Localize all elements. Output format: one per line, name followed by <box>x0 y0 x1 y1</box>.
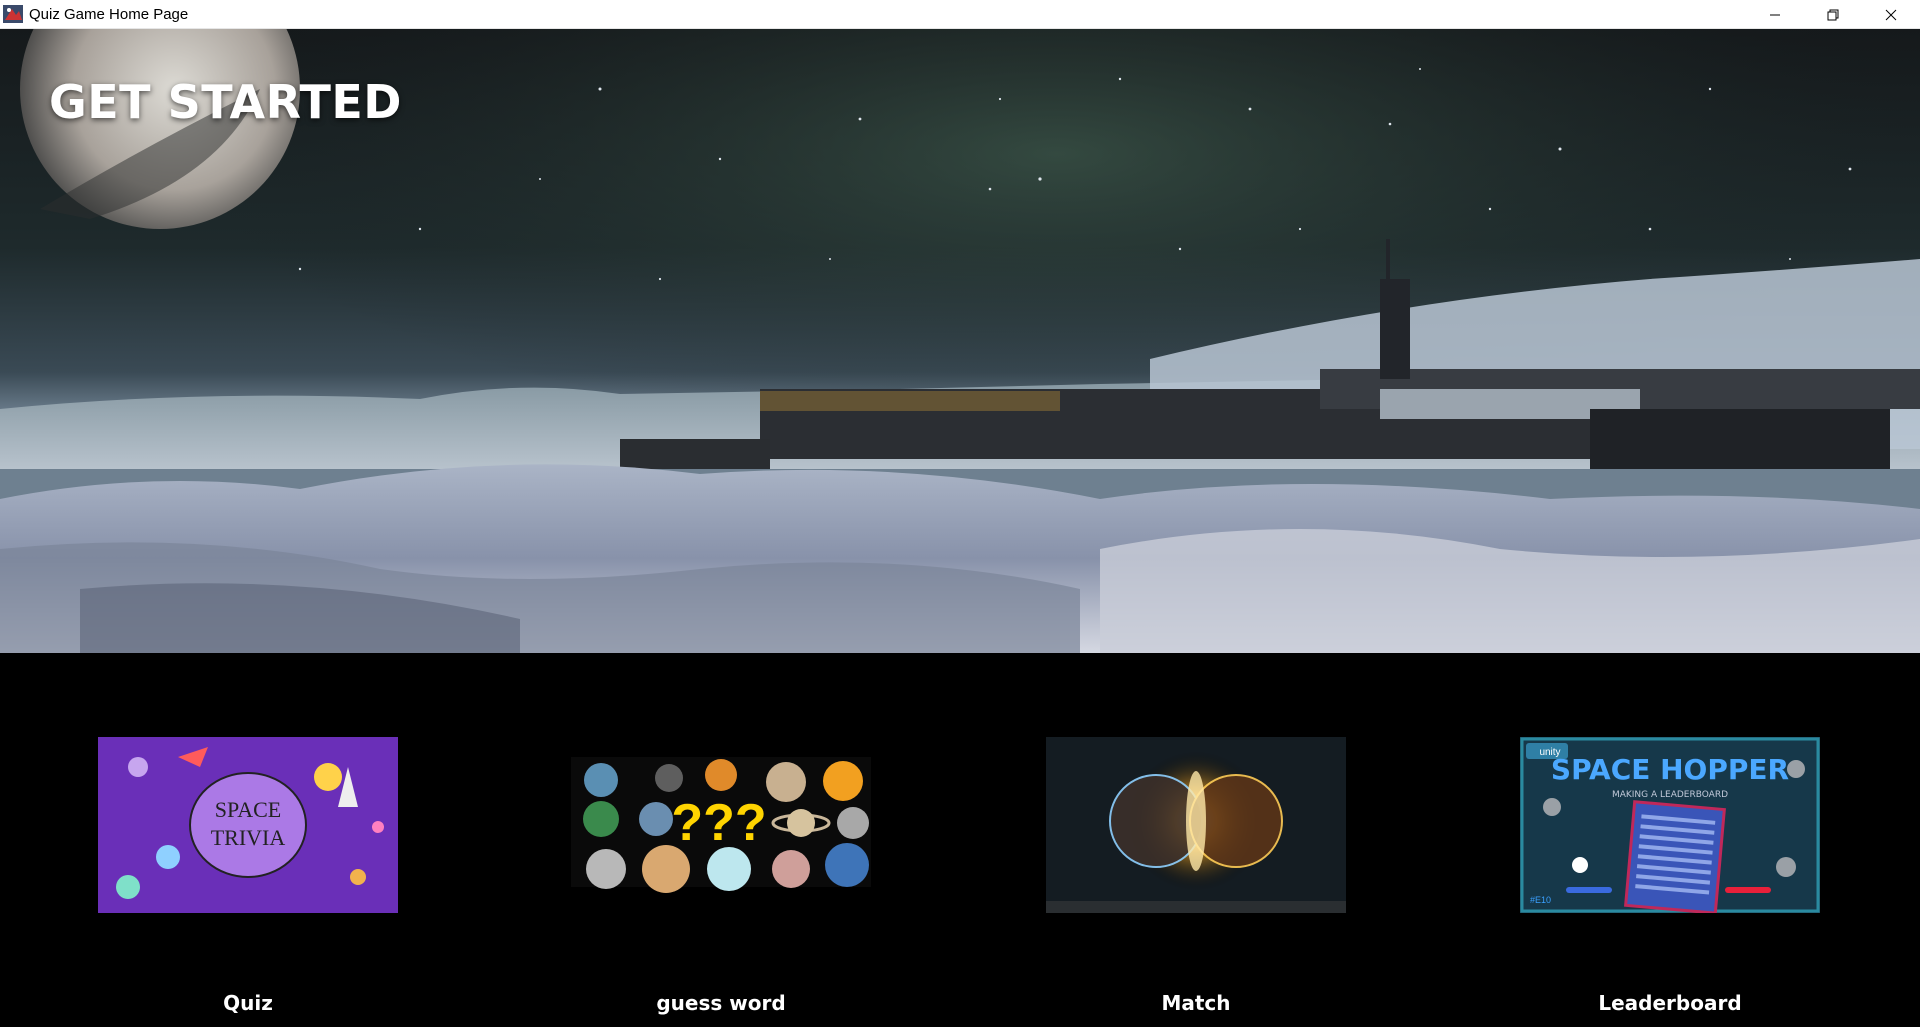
quiz-thumbnail[interactable]: SPACE TRIVIA <box>98 737 398 913</box>
match-label[interactable]: Match <box>1046 991 1346 1015</box>
guess-word-thumbnail[interactable]: ??? <box>571 737 871 913</box>
match-card[interactable]: Match <box>1046 737 1346 1015</box>
window-titlebar[interactable]: Quiz Game Home Page <box>0 0 1920 29</box>
making-leaderboard-subtitle: MAKING A LEADERBOARD <box>1612 790 1728 800</box>
restore-button[interactable] <box>1804 0 1862 29</box>
space-hopper-title: SPACE HOPPER <box>1551 753 1789 786</box>
guess-word-thumb-text: ??? <box>671 794 766 852</box>
leaderboard-card[interactable]: unity SPACE HOPPER MAKING A LEADERBOARD <box>1520 737 1820 1015</box>
match-thumbnail[interactable] <box>1046 737 1346 913</box>
leaderboard-label[interactable]: Leaderboard <box>1520 991 1820 1015</box>
restore-icon <box>1827 9 1839 20</box>
episode-number-text: #E10 <box>1530 895 1551 905</box>
quiz-card[interactable]: SPACE TRIVIA Quiz <box>98 737 398 1015</box>
close-icon <box>1885 9 1897 20</box>
quiz-label[interactable]: Quiz <box>98 991 398 1015</box>
guess-word-card[interactable]: ??? guess word <box>571 737 871 1015</box>
minimize-icon <box>1770 14 1780 15</box>
get-started-heading[interactable]: GET STARTED <box>49 75 402 129</box>
close-button[interactable] <box>1862 0 1920 29</box>
minimize-button[interactable] <box>1746 0 1804 29</box>
leaderboard-thumbnail[interactable]: unity SPACE HOPPER MAKING A LEADERBOARD <box>1520 737 1820 913</box>
game-menu: SPACE TRIVIA Quiz ??? guess word Match u… <box>0 653 1920 1027</box>
quiz-thumb-text-1: SPACE <box>215 797 281 822</box>
window-title: Quiz Game Home Page <box>29 5 189 23</box>
guess-word-label[interactable]: guess word <box>571 991 871 1015</box>
quiz-thumb-text-2: TRIVIA <box>211 825 286 850</box>
java-app-icon <box>2 3 24 25</box>
hero-banner: GET STARTED <box>0 29 1920 653</box>
